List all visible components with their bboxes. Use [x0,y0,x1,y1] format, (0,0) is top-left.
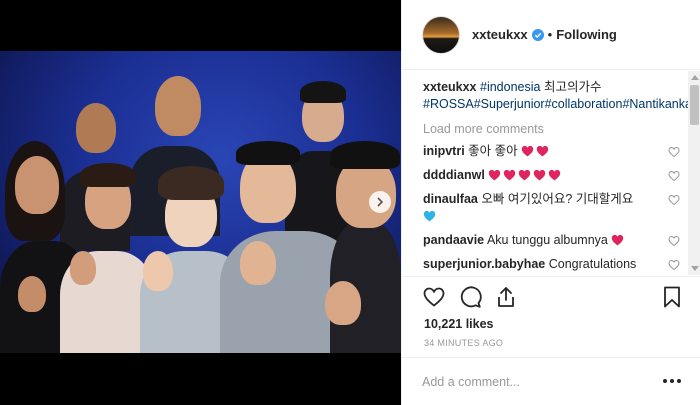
person-hair [236,141,300,165]
load-more-comments-button[interactable]: Load more comments [423,122,688,136]
comment-row: ddddianwl [423,167,688,184]
post-timestamp[interactable]: 34 MINUTES AGO [424,338,503,348]
comment-row: inipvtri 좋아 좋아 [423,143,688,160]
person-hair [330,141,400,169]
comment-like-heart-icon[interactable] [668,194,680,206]
hashtag-link[interactable]: #indonesia [480,80,540,94]
hashtag-link[interactable]: #collaboration [545,97,623,111]
comment-text: Aku tunggu albumnya [486,233,612,247]
red-heart-emoji [521,145,534,157]
hashtag-link[interactable]: #Superjunior [474,97,545,111]
caption-username[interactable]: xxteukxx [423,80,477,94]
comment-username[interactable]: dinaulfaa [423,192,478,206]
hand [70,251,96,285]
photo-panel [0,0,401,405]
comment-row: dinaulfaa 오빠 여기있어요? 기대할게요 [423,191,688,225]
red-heart-emoji [534,169,546,181]
comment-username[interactable]: superjunior.babyhae [423,257,545,271]
hand [18,276,46,312]
avatar[interactable] [422,15,460,54]
comment-username[interactable]: inipvtri [423,144,465,158]
carousel-next-icon [377,197,384,207]
comment-text: Congratulations [548,257,637,271]
blue-heart-emoji [423,210,436,222]
hand [240,241,276,285]
bookmark-icon[interactable] [660,285,684,309]
comment-username[interactable]: pandaavie [423,233,484,247]
red-heart-emoji [612,234,624,246]
red-heart-emoji [519,169,531,181]
red-heart-emoji [504,169,516,181]
comment-icon[interactable] [458,285,482,309]
post-photo[interactable] [0,51,401,353]
caption-text: 최고의가수 [540,80,602,94]
comment-text: 오빠 여기있어요? 기대할게요 [481,192,634,206]
hashtag-link[interactable]: #Nantikankami [622,97,688,111]
scroll-down-icon[interactable] [691,266,699,271]
comment-row: pandaavie Aku tunggu albumnya [423,232,688,249]
hand [143,251,173,291]
header-username[interactable]: xxteukxx [472,27,528,42]
scrollbar-thumb[interactable] [690,85,699,125]
hashtag-link[interactable]: #ROSSA [423,97,474,111]
comment-like-heart-icon[interactable] [668,170,680,182]
person-hair [300,81,346,103]
share-icon[interactable] [494,285,518,309]
header-separator: • [547,27,553,42]
likes-count[interactable]: 10,221 likes [424,317,494,331]
comment-like-heart-icon[interactable] [668,146,680,158]
comment-text: 좋아 좋아 [468,144,522,158]
post-sidebar: xxteukxx • Following xxteukxx #indonesia… [401,0,700,405]
post-actions [402,276,700,316]
hand [325,281,361,325]
more-options-icon[interactable] [662,376,682,386]
comment-input[interactable] [422,372,652,392]
comments-scrollbar[interactable] [688,71,700,275]
verified-icon [531,28,544,41]
post-header: xxteukxx • Following [402,0,700,70]
person-face [155,76,201,136]
red-heart-emoji [549,169,561,181]
scroll-up-icon[interactable] [691,75,699,80]
comment-like-heart-icon[interactable] [668,259,680,271]
person-face [76,103,116,153]
add-comment-bar [402,357,700,405]
person-hair [80,163,136,187]
following-button[interactable]: Following [556,27,617,42]
red-heart-emoji [536,145,549,157]
person-face [15,156,59,214]
comment-username[interactable]: ddddianwl [423,168,485,182]
red-heart-emoji [489,169,501,181]
person-hair [158,166,224,200]
comments-list[interactable]: xxteukxx #indonesia 최고의가수 #ROSSA#Superju… [402,71,688,275]
post-caption: xxteukxx #indonesia 최고의가수 #ROSSA#Superju… [423,79,688,113]
heart-icon[interactable] [422,285,446,309]
comment-row: superjunior.babyhae Congratulations [423,256,688,273]
carousel-next-button[interactable] [369,191,391,213]
comment-like-heart-icon[interactable] [668,235,680,247]
